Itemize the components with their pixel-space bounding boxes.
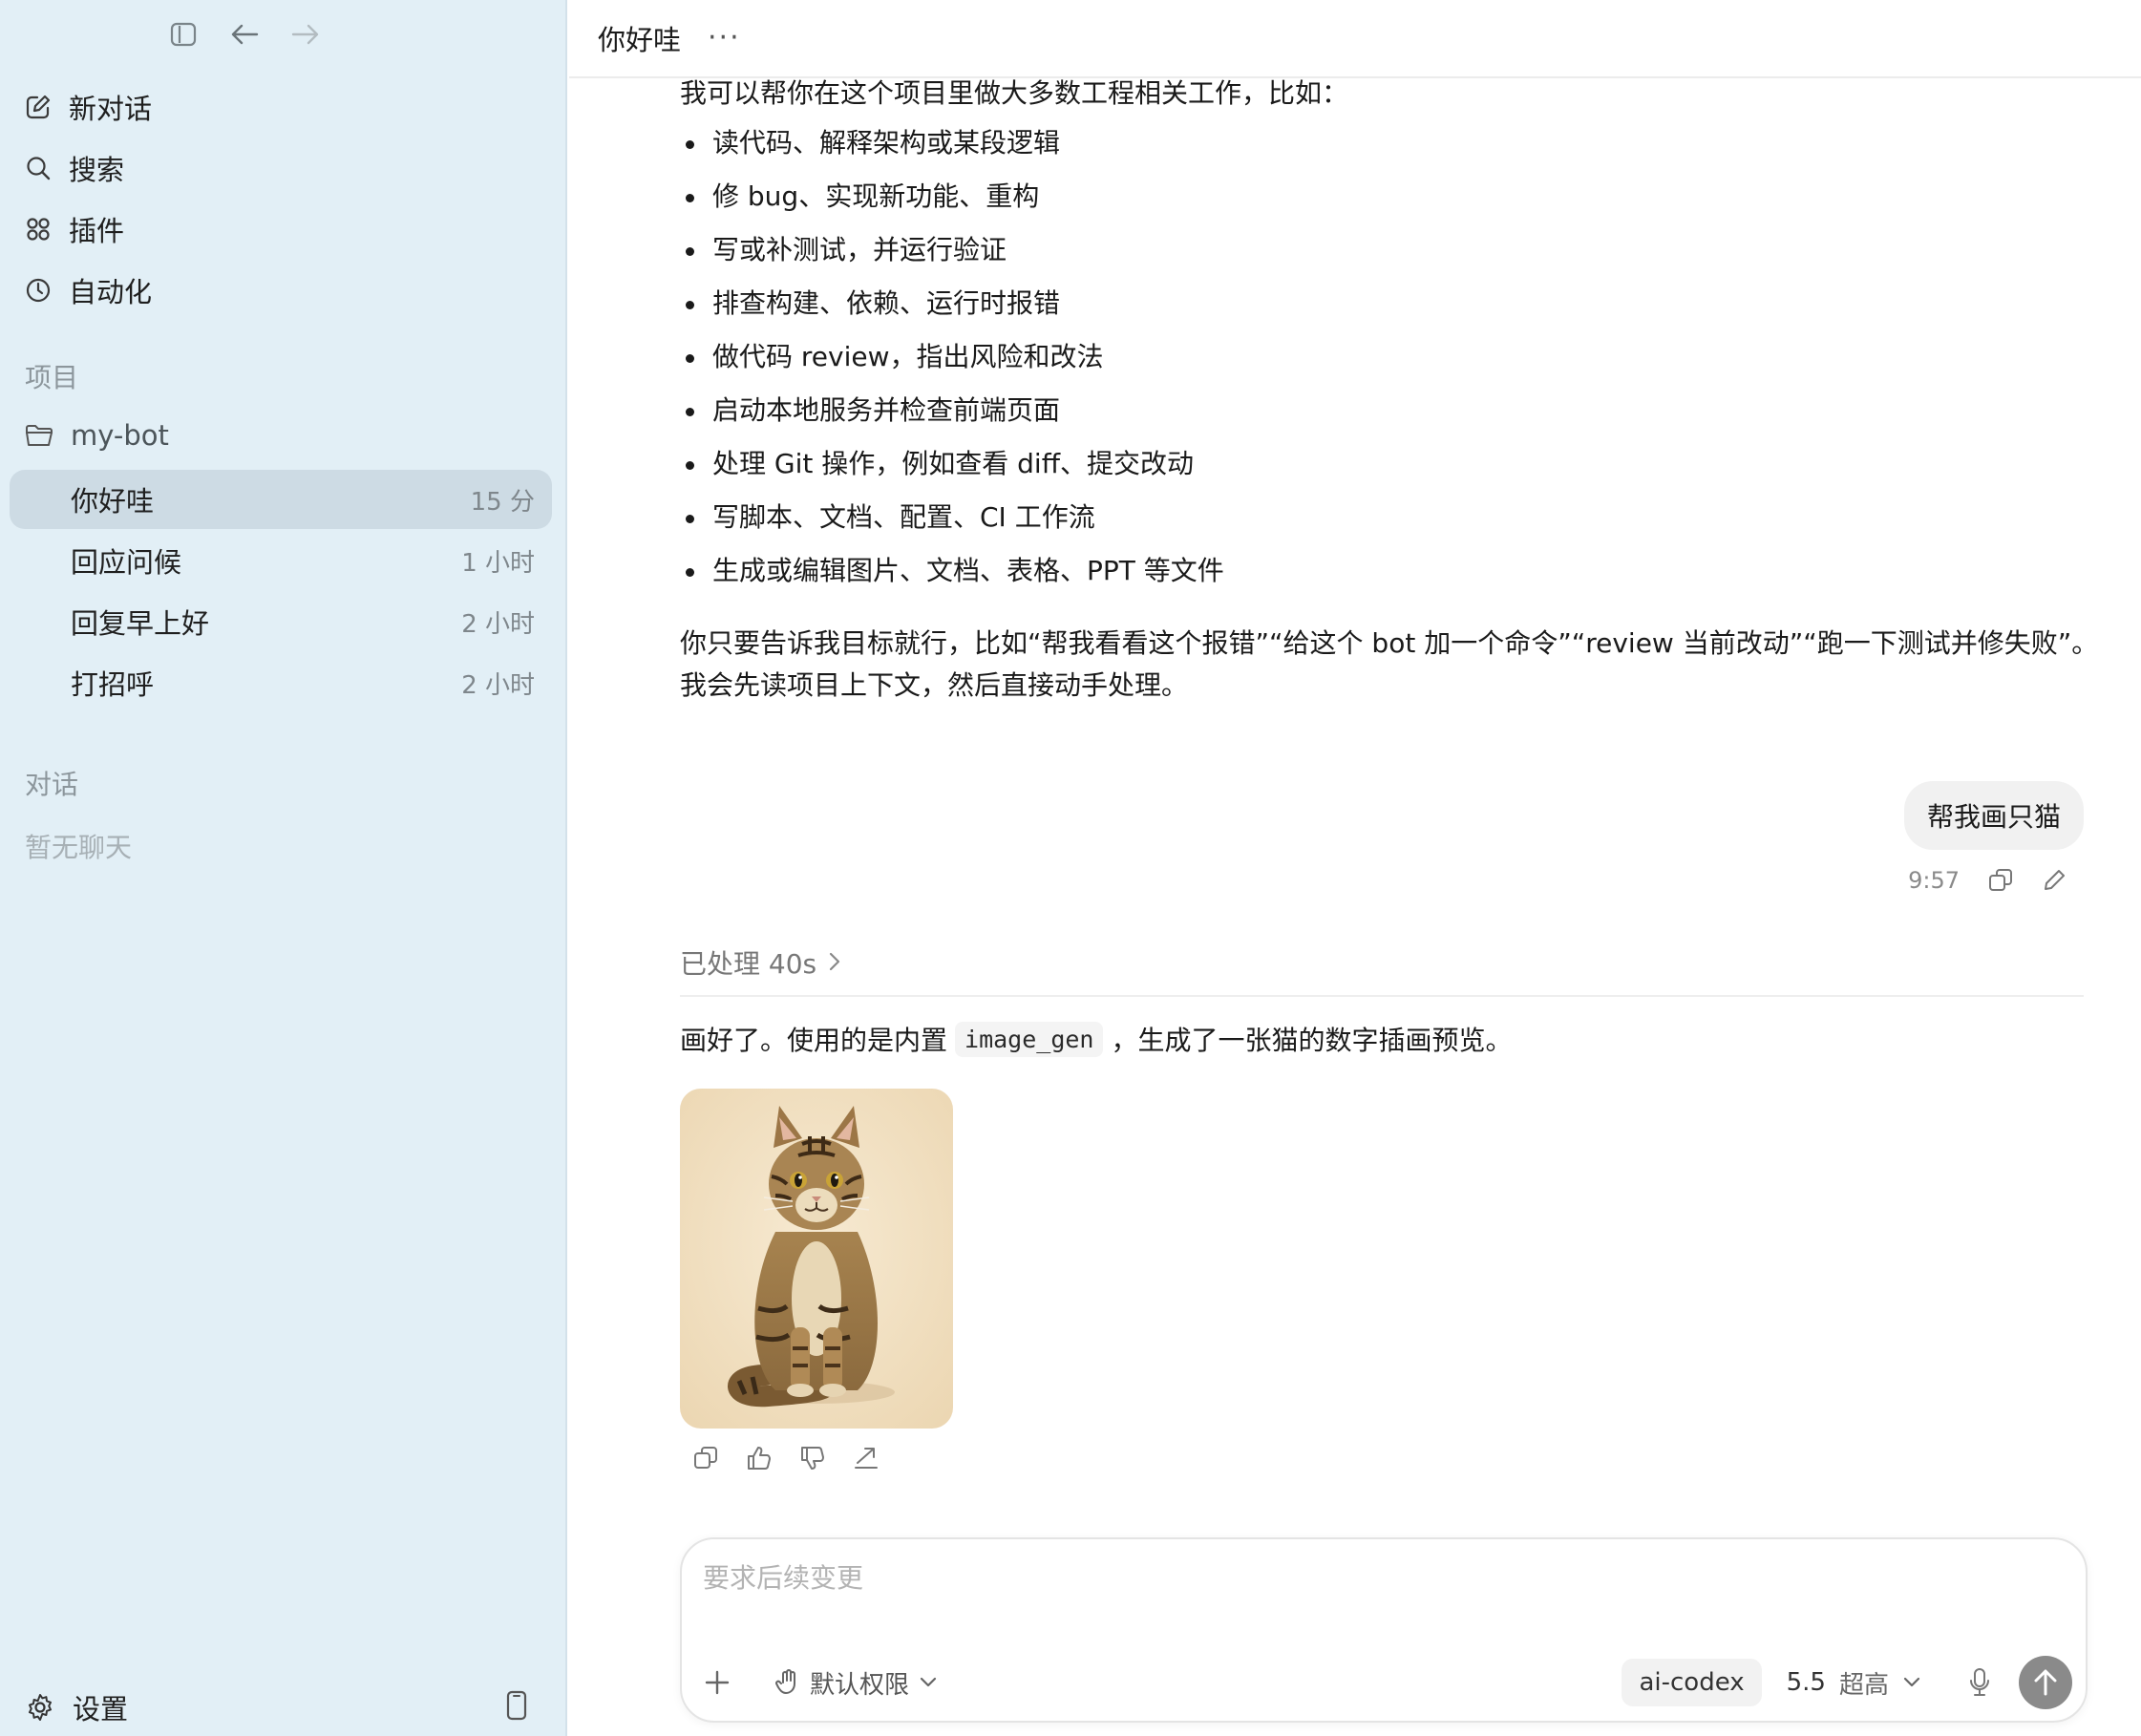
plugins-icon: [25, 216, 52, 243]
projects-section-title: 项目: [25, 362, 79, 393]
composer: 默认权限 ai-codex 5.5 超高: [680, 1537, 2088, 1723]
model-version-dropdown[interactable]: 5.5 超高: [1787, 1665, 1921, 1701]
generated-cat-image[interactable]: [680, 1089, 953, 1429]
message-time: 9:57: [1908, 867, 1960, 894]
chat-time: 15 分: [470, 487, 535, 517]
reply-actions: [689, 1442, 882, 1474]
chevron-right-icon: [828, 951, 841, 972]
chat-time: 1 小时: [461, 548, 535, 578]
paragraph-line: 我会先读项目上下文，然后直接动手处理。: [680, 669, 1189, 701]
nav-new-chat[interactable]: 新对话: [17, 80, 552, 134]
gear-icon: [25, 1692, 55, 1723]
chat-title-header: 你好哇: [598, 24, 682, 56]
list-item: 读代码、解释架构或某段逻辑: [680, 116, 1224, 170]
inline-code: image_gen: [955, 1021, 1104, 1057]
assistant-reply-text: 画好了。使用的是内置 image_gen ，生成了一张猫的数字插画预览。: [680, 1020, 1513, 1058]
model-version: 5.5: [1786, 1668, 1826, 1697]
chat-item[interactable]: 回应问候 1 小时: [10, 531, 552, 590]
microphone-icon[interactable]: [1969, 1667, 1990, 1698]
list-item: 处理 Git 操作，例如查看 diff、提交改动: [680, 437, 1224, 491]
more-options-icon[interactable]: ···: [708, 24, 741, 53]
list-item: 生成或编辑图片、文档、表格、PPT 等文件: [680, 544, 1224, 598]
chevron-down-icon: [1902, 1676, 1921, 1689]
project-my-bot[interactable]: my-bot: [17, 409, 552, 462]
hand-icon: [775, 1669, 800, 1696]
nav-automation[interactable]: 自动化: [17, 264, 552, 317]
settings-button[interactable]: 设置: [25, 1686, 128, 1728]
send-button[interactable]: [2019, 1656, 2072, 1709]
chat-title: 回应问候: [71, 546, 182, 579]
reasoning-level: 超高: [1838, 1670, 1889, 1700]
nav-label: 自动化: [69, 276, 153, 308]
copy-icon[interactable]: [689, 1442, 722, 1474]
thumbs-down-icon[interactable]: [796, 1442, 829, 1474]
plus-icon[interactable]: [703, 1668, 731, 1697]
chat-title: 你好哇: [71, 485, 155, 518]
user-message-text: 帮我画只猫: [1926, 801, 2061, 833]
list-item: 写或补测试，并运行验证: [680, 223, 1224, 277]
chat-item[interactable]: 打招呼 2 小时: [10, 653, 552, 712]
chat-header: 你好哇 ···: [569, 0, 2141, 78]
reply-text-after: ，生成了一张猫的数字插画预览。: [1111, 1025, 1513, 1056]
processed-label: 已处理 40s: [680, 948, 817, 980]
nav-plugins[interactable]: 插件: [17, 202, 552, 256]
conversations-section-title: 对话: [25, 769, 79, 800]
phone-icon[interactable]: [506, 1690, 527, 1725]
user-message-meta: 9:57: [1908, 867, 2067, 894]
share-icon[interactable]: [850, 1442, 882, 1474]
empty-conversations-text: 暂无聊天: [25, 832, 133, 863]
model-chip[interactable]: ai-codex: [1622, 1659, 1762, 1706]
chat-time: 2 小时: [461, 670, 535, 700]
composer-toolbar: 默认权限 ai-codex 5.5 超高: [682, 1654, 2086, 1711]
list-item: 写脚本、文档、配置、CI 工作流: [680, 491, 1224, 544]
list-item: 修 bug、实现新功能、重构: [680, 170, 1224, 223]
folder-icon: [25, 423, 53, 448]
chat-item-active[interactable]: 你好哇 15 分: [10, 470, 552, 529]
chat-item[interactable]: 回复早上好 2 小时: [10, 592, 552, 651]
follow-up-input[interactable]: [703, 1562, 2040, 1594]
list-item: 做代码 review，指出风险和改法: [680, 330, 1224, 384]
project-name: my-bot: [71, 419, 169, 452]
permission-label: 默认权限: [810, 1670, 910, 1700]
nav-label: 新对话: [69, 93, 153, 125]
chevron-down-icon: [919, 1676, 938, 1689]
reply-text-before: 画好了。使用的是内置: [680, 1025, 948, 1056]
clock-icon: [25, 277, 52, 304]
nav-label: 插件: [69, 215, 125, 247]
list-item: 排查构建、依赖、运行时报错: [680, 277, 1224, 330]
chat-time: 2 小时: [461, 609, 535, 639]
list-item: 启动本地服务并检查前端页面: [680, 384, 1224, 437]
nav-search[interactable]: 搜索: [17, 141, 552, 195]
new-chat-icon: [25, 94, 52, 120]
paragraph-line: 你只要告诉我目标就行，比如“帮我看看这个报错”“给这个 bot 加一个命令”“r…: [680, 627, 2099, 659]
chat-title: 打招呼: [71, 668, 155, 701]
copy-icon[interactable]: [1988, 868, 2013, 893]
user-message-bubble: 帮我画只猫: [1903, 781, 2084, 850]
thumbs-up-icon[interactable]: [743, 1442, 775, 1474]
forward-arrow-icon[interactable]: [286, 15, 325, 53]
permission-dropdown[interactable]: 默认权限: [775, 1665, 938, 1701]
sidebar: 新对话 搜索 插件 自动化 项目 my-bot 你好哇 15 分 回应问候 1 …: [0, 0, 567, 1736]
back-arrow-icon[interactable]: [225, 15, 264, 53]
chat-title: 回复早上好: [71, 607, 210, 640]
arrow-up-icon: [2033, 1668, 2058, 1697]
processed-toggle[interactable]: 已处理 40s: [680, 943, 2084, 997]
assistant-intro-text: 我可以帮你在这个项目里做大多数工程相关工作，比如：: [680, 77, 1349, 109]
nav-label: 搜索: [69, 154, 125, 186]
edit-icon[interactable]: [2042, 868, 2067, 893]
capability-list: 读代码、解释架构或某段逻辑 修 bug、实现新功能、重构 写或补测试，并运行验证…: [680, 116, 1224, 598]
toggle-sidebar-icon[interactable]: [164, 15, 202, 53]
assistant-paragraph: 你只要告诉我目标就行，比如“帮我看看这个报错”“给这个 bot 加一个命令”“r…: [680, 623, 2099, 707]
search-icon: [25, 155, 52, 181]
settings-label: 设置: [73, 1693, 129, 1725]
